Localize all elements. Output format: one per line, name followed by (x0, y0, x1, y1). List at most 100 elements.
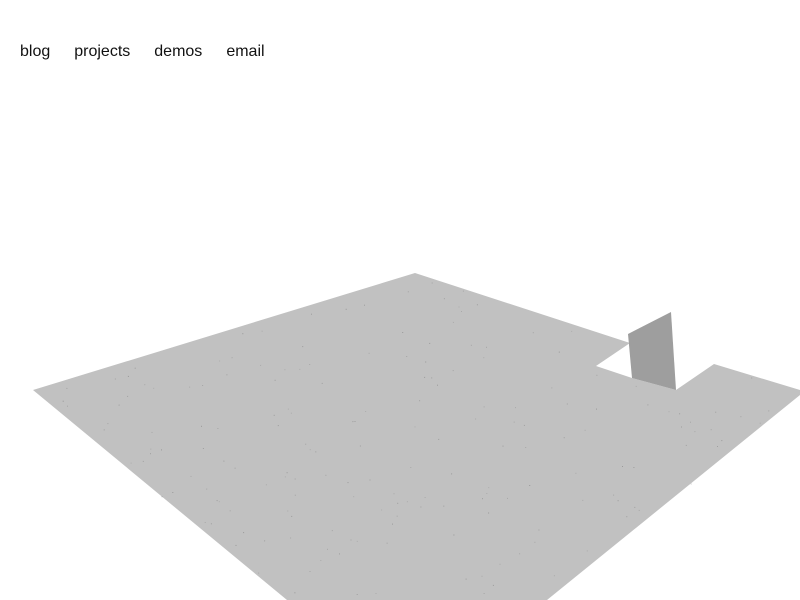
floor-speckle (264, 540, 266, 542)
page: blog projects demos email (0, 0, 800, 600)
floor-speckle (356, 540, 358, 542)
floor-speckle (679, 413, 681, 415)
floor-speckle (153, 387, 155, 389)
floor-speckle (359, 445, 361, 447)
nav-link-projects[interactable]: projects (74, 42, 130, 62)
floor-speckle (483, 357, 485, 359)
floor-speckle (488, 487, 490, 489)
floor-speckle (613, 494, 615, 496)
floor-speckle (393, 493, 395, 495)
floor-speckle (67, 405, 68, 407)
floor-speckle (290, 412, 292, 414)
nav-link-blog[interactable]: blog (20, 42, 50, 62)
floor-speckle (681, 426, 682, 428)
floor-speckle (407, 291, 409, 293)
floor-speckle (519, 553, 521, 555)
floor-speckle (437, 384, 438, 386)
floor-speckle (499, 563, 501, 565)
floor-speckle (172, 492, 174, 493)
floor-speckle (402, 332, 404, 333)
nav-link-email[interactable]: email (226, 42, 264, 62)
floor-speckle (294, 592, 296, 594)
floor-speckle (392, 523, 393, 525)
floor-speckle (144, 384, 146, 386)
floor-speckle (690, 421, 691, 423)
floor-speckle (223, 460, 225, 462)
floor-speckle (150, 448, 152, 450)
floor-speckle (354, 421, 356, 422)
floor-speckle (429, 342, 431, 344)
nav-link-demos[interactable]: demos (154, 42, 202, 62)
floor-speckle (261, 330, 263, 332)
floor-speckle (294, 478, 296, 480)
floor-speckle (633, 467, 635, 468)
floor-speckle (353, 496, 355, 498)
floor-speckle (309, 571, 311, 572)
floor-speckle (397, 502, 399, 504)
floor-speckle (458, 306, 460, 308)
floor-speckle (142, 460, 144, 462)
floor-speckle (290, 537, 292, 539)
floor-speckle (558, 351, 560, 353)
floor-speckle (235, 544, 237, 546)
floor-speckle (566, 403, 568, 405)
floor-speckle (740, 416, 742, 418)
floor-speckle (586, 550, 588, 552)
floor-speckle (453, 534, 455, 536)
floor-speckle (406, 501, 408, 503)
floor-speckle (118, 404, 120, 406)
floor-speckle (626, 516, 628, 518)
floor-speckle (114, 378, 116, 380)
floor-speckle (419, 400, 421, 402)
floor-speckle (538, 529, 540, 531)
floor-speckle (647, 404, 649, 406)
floor-speckle (107, 423, 109, 425)
floor-speckle (431, 282, 433, 284)
floor-speckle (532, 332, 534, 334)
floor-speckle (294, 494, 296, 496)
floor-speckle (151, 431, 153, 433)
floor-speckle (513, 421, 515, 423)
floor-speckle (190, 475, 192, 477)
floor-speckle (219, 360, 221, 362)
floor-speckle (202, 448, 204, 449)
floor-speckle (274, 379, 276, 381)
floor-speckle (483, 406, 485, 408)
floor-speckle (424, 376, 426, 378)
floor-speckle (62, 400, 64, 402)
floor-speckle (452, 370, 454, 372)
floor-speckle (299, 368, 301, 370)
floor-speckle (381, 509, 383, 511)
floor-speckle (481, 575, 483, 577)
floor-speckle (311, 313, 312, 315)
floor-speckle (396, 515, 398, 517)
floor-speckle (431, 377, 433, 379)
floor-speckle (617, 500, 619, 502)
floor-speckle (420, 506, 422, 508)
floor-speckle (721, 440, 723, 442)
floor-speckle (551, 387, 553, 389)
floor-speckle (243, 532, 245, 534)
floor-speckle (229, 510, 231, 512)
3d-scene-canvas[interactable] (0, 0, 800, 600)
floor-speckle (339, 553, 340, 555)
floor-speckle (690, 483, 692, 485)
floor-speckle (476, 304, 478, 306)
floor-speckle (302, 346, 304, 348)
floor-speckle (414, 426, 416, 428)
floor-speckle (685, 444, 687, 446)
floor-speckle (515, 407, 516, 409)
floor-speckle (492, 584, 494, 586)
floor-speckle (443, 505, 445, 507)
floor-speckle (284, 476, 286, 478)
floor-speckle (575, 472, 577, 474)
floor-speckle (482, 498, 483, 500)
floor-speckle (523, 424, 525, 426)
floor-speckle (210, 523, 212, 525)
floor-speckle (534, 541, 536, 543)
floor-speckle (525, 447, 527, 448)
floor-speckle (260, 364, 262, 366)
floor-speckle (189, 386, 191, 388)
floor-speckle (204, 522, 206, 523)
floor-speckle (345, 308, 347, 310)
